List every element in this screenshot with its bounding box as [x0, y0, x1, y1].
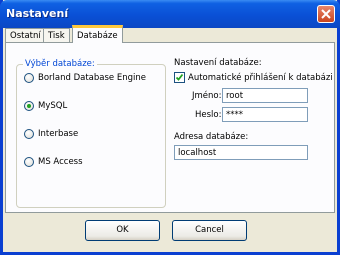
radio-button-icon[interactable]	[24, 129, 34, 139]
radio-label[interactable]: Borland Database Engine	[38, 73, 146, 84]
title-bar[interactable]: Nastavení	[0, 0, 340, 28]
password-field[interactable]	[222, 107, 308, 122]
close-button[interactable]	[317, 5, 335, 23]
tab-panel-databaze: Výběr databáze: Borland Database Engine …	[5, 42, 335, 213]
tab-ostatni[interactable]: Ostatní	[5, 28, 46, 43]
database-selection-legend: Výběr databáze:	[23, 59, 97, 69]
settings-dialog: Nastavení Ostatní Tisk Databáze Výběr da…	[0, 0, 340, 255]
ok-button[interactable]: OK	[85, 220, 160, 241]
name-field[interactable]	[222, 88, 308, 103]
tab-tisk[interactable]: Tisk	[43, 28, 70, 43]
radio-button-icon[interactable]	[24, 73, 34, 83]
database-selection-group: Výběr databáze: Borland Database Engine …	[16, 59, 166, 208]
radio-button-selected-icon[interactable]	[24, 101, 34, 111]
window-title: Nastavení	[6, 7, 69, 20]
name-label: Jméno:	[192, 91, 222, 101]
radio-label[interactable]: MS Access	[38, 157, 83, 168]
db-settings-heading: Nastavení databáze:	[174, 58, 262, 68]
auto-login-checkbox[interactable]	[174, 72, 185, 83]
tab-databaze[interactable]: Databáze	[72, 25, 123, 43]
radio-label[interactable]: MySQL	[38, 101, 67, 112]
radio-label[interactable]: Interbase	[38, 129, 78, 140]
password-label: Heslo:	[195, 110, 222, 120]
db-address-field[interactable]	[174, 145, 308, 160]
dialog-client-area: Ostatní Tisk Databáze Výběr databáze: Bo…	[3, 25, 337, 252]
db-address-label: Adresa databáze:	[174, 132, 249, 142]
cancel-button[interactable]: Cancel	[172, 220, 247, 241]
radio-button-icon[interactable]	[24, 157, 34, 167]
auto-login-label[interactable]: Automatické přihlášení k databázi	[188, 73, 333, 83]
